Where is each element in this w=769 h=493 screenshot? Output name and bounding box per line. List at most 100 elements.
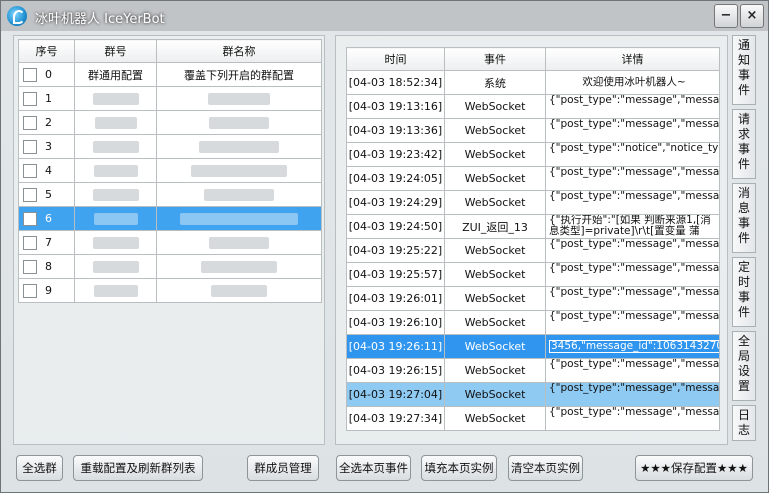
title-bar[interactable]: 冰叶机器人 IceYerBot − × <box>1 1 768 31</box>
log-event-cell[interactable]: ZUI_返回_13 <box>444 214 546 239</box>
group-checkbox[interactable] <box>23 235 37 250</box>
group-name-cell[interactable] <box>156 158 322 183</box>
group-row[interactable]: 1 <box>18 86 322 111</box>
save-config-button[interactable]: ★★★保存配置★★★ <box>635 455 753 481</box>
group-row[interactable]: 4 <box>18 158 322 183</box>
log-time-cell[interactable]: [04-03 19:26:01] <box>346 286 445 311</box>
log-time-cell[interactable]: [04-03 19:27:34] <box>346 406 445 431</box>
log-row[interactable]: [04-03 19:13:16] WebSocket {"post_type":"m… <box>346 94 720 119</box>
log-detail-cell[interactable]: 3456,"message_id":1063143270} <box>545 334 720 359</box>
col-event-header[interactable]: 事件 <box>444 47 546 71</box>
log-row[interactable]: [04-03 19:25:22] WebSocket {"post_type":"m… <box>346 238 720 263</box>
select-page-events-button[interactable]: 全选本页事件 <box>336 455 411 481</box>
log-row[interactable]: [04-03 19:26:15] WebSocket {"post_type":"m… <box>346 358 720 383</box>
log-time-cell[interactable]: [04-03 18:52:34] <box>346 70 445 95</box>
log-detail-cell[interactable]: {"post_type":"message","message_type":"g… <box>545 118 720 143</box>
group-name-cell[interactable] <box>156 230 322 255</box>
group-index-cell[interactable]: 6 <box>18 206 75 231</box>
group-row[interactable]: 5 <box>18 182 322 207</box>
group-index-cell[interactable]: 9 <box>18 278 75 303</box>
log-time-cell[interactable]: [04-03 19:24:50] <box>346 214 445 239</box>
log-time-cell[interactable]: [04-03 19:24:29] <box>346 190 445 215</box>
group-id-cell[interactable]: 群通用配置 <box>74 62 157 87</box>
group-id-cell[interactable] <box>74 230 157 255</box>
log-row[interactable]: [04-03 19:26:01] WebSocket {"post_type":"m… <box>346 286 720 311</box>
log-row[interactable]: [04-03 19:23:42] WebSocket {"post_type":"n… <box>346 142 720 167</box>
group-row[interactable]: 7 <box>18 230 322 255</box>
tab-timer-events[interactable]: 定时事件 <box>732 257 756 327</box>
log-detail-cell[interactable]: {"post_type":"message","message_type":"g… <box>545 166 720 191</box>
log-time-cell[interactable]: [04-03 19:13:16] <box>346 94 445 119</box>
log-row[interactable]: [04-03 19:24:29] WebSocket {"post_type":"m… <box>346 190 720 215</box>
log-event-cell[interactable]: WebSocket <box>444 166 546 191</box>
group-index-cell[interactable]: 2 <box>18 110 75 135</box>
col-group-name-header[interactable]: 群名称 <box>156 39 322 63</box>
log-row[interactable]: [04-03 19:13:36] WebSocket {"post_type":"m… <box>346 118 720 143</box>
log-event-cell[interactable]: WebSocket <box>444 142 546 167</box>
log-time-cell[interactable]: [04-03 19:26:11] <box>346 334 445 359</box>
group-checkbox[interactable] <box>23 259 37 274</box>
log-row[interactable]: [04-03 19:27:34] WebSocket {"post_type":"m… <box>346 406 720 431</box>
group-id-cell[interactable] <box>74 278 157 303</box>
group-index-cell[interactable]: 1 <box>18 86 75 111</box>
log-event-cell[interactable]: WebSocket <box>444 406 546 431</box>
col-detail-header[interactable]: 详情 <box>545 47 720 71</box>
fill-page-instances-button[interactable]: 填充本页实例 <box>421 455 497 481</box>
log-event-cell[interactable]: WebSocket <box>444 190 546 215</box>
log-row[interactable]: [04-03 19:24:50] ZUI_返回_13 {"执行开始":"[如果 判断… <box>346 214 720 239</box>
log-event-cell[interactable]: WebSocket <box>444 310 546 335</box>
log-detail-cell[interactable]: {"post_type":"message","message_type":"g… <box>545 94 720 119</box>
log-row[interactable]: [04-03 19:25:57] WebSocket {"post_type":"m… <box>346 262 720 287</box>
log-time-cell[interactable]: [04-03 19:26:15] <box>346 358 445 383</box>
reload-config-button[interactable]: 重载配置及刷新群列表 <box>73 455 203 481</box>
col-group-id-header[interactable]: 群号 <box>74 39 157 63</box>
group-row[interactable]: 0 群通用配置 覆盖下列开启的群配置 <box>18 62 322 87</box>
log-time-cell[interactable]: [04-03 19:13:36] <box>346 118 445 143</box>
log-time-cell[interactable]: [04-03 19:23:42] <box>346 142 445 167</box>
group-id-cell[interactable] <box>74 158 157 183</box>
log-detail-cell[interactable]: {"执行开始":"[如果 判断来源1,[消息类型]=private]\r\t[置… <box>545 214 720 239</box>
group-checkbox[interactable] <box>23 187 37 202</box>
log-detail-cell[interactable]: {"post_type":"message","message_type":"g… <box>545 262 720 287</box>
group-id-cell[interactable] <box>74 134 157 159</box>
log-detail-cell[interactable]: {"post_type":"message","message_type":"g… <box>545 382 720 407</box>
tab-log[interactable]: 日志 <box>732 405 756 441</box>
log-time-cell[interactable]: [04-03 19:25:57] <box>346 262 445 287</box>
group-index-cell[interactable]: 0 <box>18 62 75 87</box>
group-index-cell[interactable]: 5 <box>18 182 75 207</box>
log-detail-cell[interactable]: 欢迎使用冰叶机器人~ <box>545 70 720 95</box>
log-row[interactable]: [04-03 18:52:34] 系统 欢迎使用冰叶机器人~ <box>346 70 720 95</box>
log-event-cell[interactable]: WebSocket <box>444 262 546 287</box>
log-detail-cell[interactable]: {"post_type":"message","message_type":"g… <box>545 406 720 431</box>
group-name-cell[interactable] <box>156 182 322 207</box>
group-checkbox[interactable] <box>23 211 37 226</box>
group-name-cell[interactable]: 覆盖下列开启的群配置 <box>156 62 322 87</box>
group-checkbox[interactable] <box>23 283 37 298</box>
col-index-header[interactable]: 序号 <box>18 39 75 63</box>
log-detail-cell[interactable]: {"post_type":"message","message_type":"g… <box>545 238 720 263</box>
minimize-button[interactable]: − <box>714 4 738 28</box>
col-time-header[interactable]: 时间 <box>346 47 445 71</box>
group-row[interactable]: 2 <box>18 110 322 135</box>
group-checkbox[interactable] <box>23 91 37 106</box>
group-checkbox[interactable] <box>23 115 37 130</box>
log-time-cell[interactable]: [04-03 19:26:10] <box>346 310 445 335</box>
group-row[interactable]: 8 <box>18 254 322 279</box>
log-row[interactable]: [04-03 19:24:05] WebSocket {"post_type":"m… <box>346 166 720 191</box>
group-checkbox[interactable] <box>23 139 37 154</box>
group-index-cell[interactable]: 4 <box>18 158 75 183</box>
tab-notice-events[interactable]: 通知事件 <box>732 35 756 105</box>
group-checkbox[interactable] <box>23 67 37 82</box>
log-event-cell[interactable]: WebSocket <box>444 358 546 383</box>
tab-message-events[interactable]: 消息事件 <box>732 183 756 253</box>
group-id-cell[interactable] <box>74 206 157 231</box>
group-row[interactable]: 3 <box>18 134 322 159</box>
log-event-cell[interactable]: WebSocket <box>444 286 546 311</box>
group-name-cell[interactable] <box>156 206 322 231</box>
group-index-cell[interactable]: 8 <box>18 254 75 279</box>
log-detail-cell[interactable]: {"post_type":"message","message_type":"g… <box>545 286 720 311</box>
group-row[interactable]: 9 <box>18 278 322 303</box>
group-id-cell[interactable] <box>74 110 157 135</box>
log-event-cell[interactable]: WebSocket <box>444 118 546 143</box>
log-detail-cell[interactable]: {"post_type":"message","message_type":"g… <box>545 310 720 335</box>
